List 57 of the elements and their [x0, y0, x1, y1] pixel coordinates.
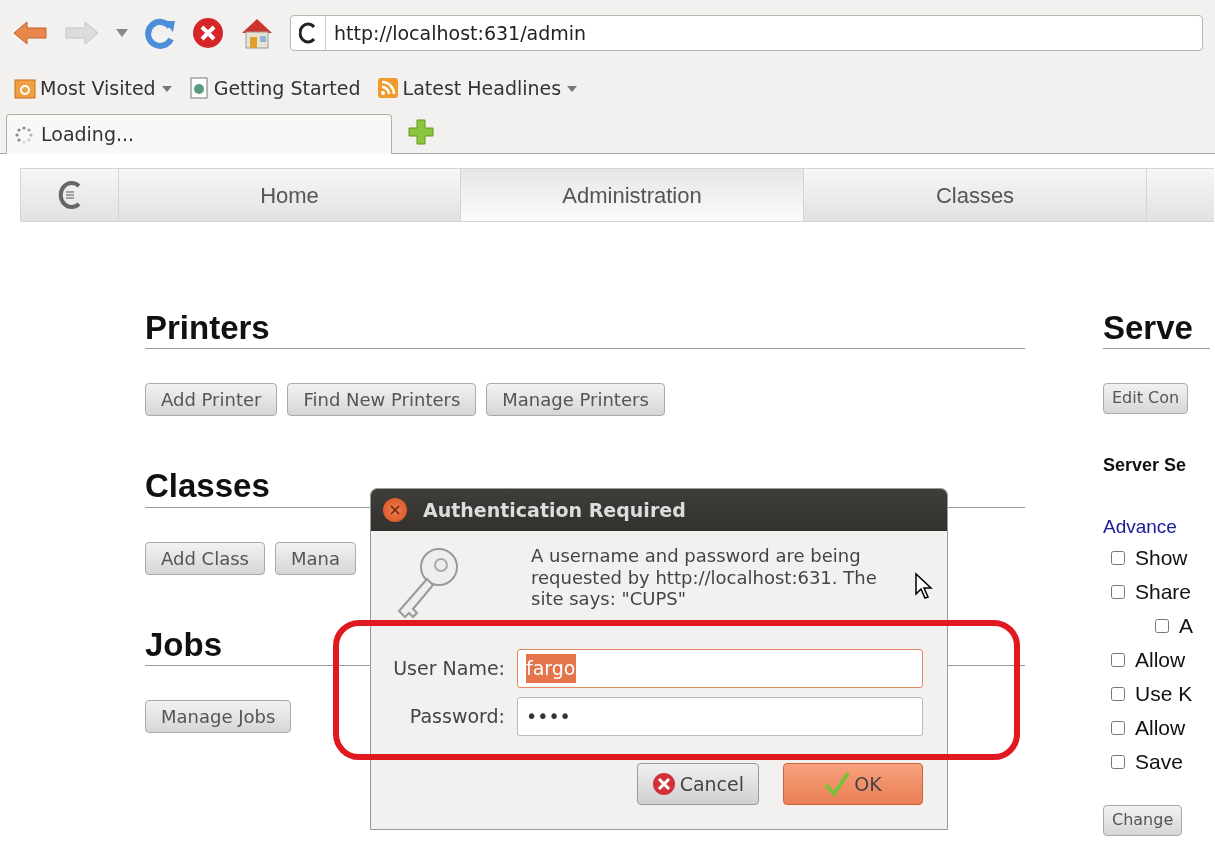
dialog-button[interactable]: Cancel: [636, 763, 759, 805]
checkbox[interactable]: [1111, 687, 1125, 702]
checkbox[interactable]: [1111, 551, 1125, 566]
section-heading: Printers: [145, 310, 1025, 350]
stop-icon[interactable]: [192, 17, 224, 49]
page-button[interactable]: Add Class: [145, 541, 265, 575]
nav-tab[interactable]: Home: [118, 168, 460, 222]
dialog-button[interactable]: OK: [783, 763, 923, 805]
address-bar[interactable]: http://localhost:631/admin: [290, 15, 1203, 51]
checkbox[interactable]: [1111, 721, 1125, 736]
nav-tab[interactable]: Classes: [803, 168, 1146, 222]
checkbox-label: Save: [1135, 749, 1183, 776]
new-tab-plus-icon[interactable]: [408, 119, 434, 145]
feed-icon: [376, 77, 399, 99]
bookmark[interactable]: Latest Headlines: [402, 73, 578, 103]
section-heading: Serve: [1103, 310, 1210, 350]
nav-tab[interactable]: Administration: [460, 168, 803, 222]
page-button[interactable]: Manage Printers: [486, 383, 665, 417]
checkbox-label: Allow: [1135, 715, 1186, 742]
checkbox-label: A: [1179, 613, 1193, 640]
browser-tab[interactable]: Loading...: [6, 114, 392, 154]
checkbox-label: Allow: [1135, 647, 1186, 674]
checkbox[interactable]: [1111, 653, 1125, 668]
subheading: Server Se: [1103, 453, 1188, 477]
reload-icon[interactable]: [144, 17, 176, 49]
page-button[interactable]: Add Printer: [145, 383, 278, 417]
checkbox[interactable]: [1155, 619, 1169, 634]
site-identity-icon[interactable]: [299, 22, 317, 44]
page-button[interactable]: Change: [1103, 805, 1183, 836]
page-icon: [187, 77, 210, 99]
field-label: Password:: [408, 704, 506, 730]
cups-logo-icon: [56, 180, 83, 210]
page-button[interactable]: Mana: [274, 541, 356, 575]
folder-icon: [14, 77, 36, 99]
bookmark[interactable]: Most Visited: [40, 73, 172, 103]
logo-tab[interactable]: [20, 168, 118, 222]
checkmark-icon: [824, 771, 851, 797]
cancel-icon: [651, 772, 676, 796]
loading-spinner-icon: [15, 125, 33, 144]
mouse-pointer-icon: [914, 572, 934, 600]
close-icon: [390, 505, 400, 515]
checkbox-label: Share: [1135, 579, 1192, 606]
page-button[interactable]: Find New Printers: [287, 383, 477, 417]
checkbox-label: Show: [1135, 545, 1188, 572]
checkbox[interactable]: [1111, 755, 1125, 770]
home-icon[interactable]: [240, 17, 274, 49]
input-field[interactable]: ••••: [517, 697, 923, 736]
checkbox[interactable]: [1111, 585, 1125, 600]
checkbox-label: Use K: [1135, 681, 1193, 708]
dropdown-caret-icon[interactable]: [116, 29, 128, 37]
settings-link[interactable]: Advance: [1103, 515, 1177, 537]
page-button[interactable]: Edit Con: [1103, 383, 1189, 414]
page-button[interactable]: Manage Jobs: [145, 700, 292, 734]
dialog-message: A username and password are being requested by http://localhost:631. The site says: "CUPS": [531, 545, 878, 612]
back-arrow-icon[interactable]: [12, 19, 48, 47]
bookmark[interactable]: Getting Started: [213, 73, 361, 103]
close-button[interactable]: [383, 498, 407, 522]
